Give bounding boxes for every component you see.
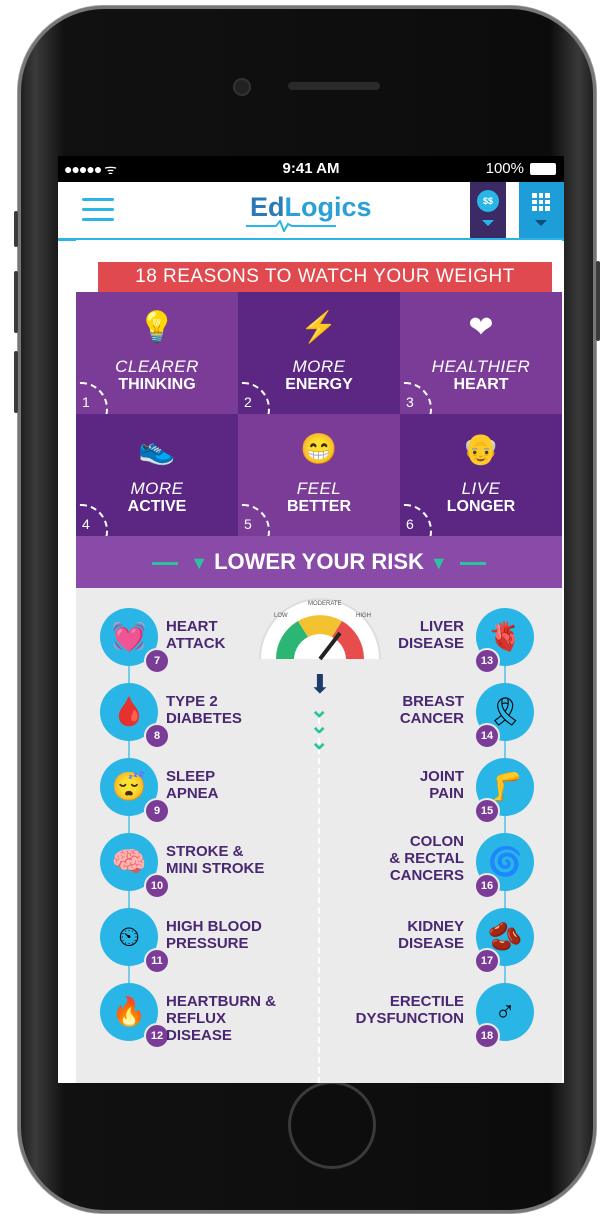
reason-number: 5 <box>244 516 252 532</box>
risk-label: BREAST CANCER <box>399 693 464 727</box>
risk-number-badge: 14 <box>474 723 500 749</box>
risk-label: KIDNEY DISEASE <box>398 918 464 952</box>
chevron-down-icon <box>482 220 494 226</box>
risk-number-badge: 16 <box>474 873 500 899</box>
power-button <box>596 261 600 341</box>
risk-label: TYPE 2 DIABETES <box>166 693 242 727</box>
volume-up-button <box>14 271 18 333</box>
menu-icon[interactable] <box>82 198 114 222</box>
sneaker-icon: 👟 <box>138 433 176 466</box>
reason-number: 3 <box>406 394 414 410</box>
reasons-grid: 💡 CLEARER THINKING 1 ⚡ MORE ENERGY 2 ❤ HEALTHIER H… <box>76 292 562 536</box>
heart-icon: ❤ <box>468 311 494 344</box>
risk-label: STROKE & MINI STROKE <box>166 843 265 877</box>
reason-line1: CLEARER <box>115 357 199 376</box>
risk-item: 🎗 14 BREAST CANCER <box>346 683 534 749</box>
risk-item: ⏲ 11 HIGH BLOOD PRESSURE <box>76 908 276 974</box>
chevrons-down-icon: ⌄ ⌄ ⌄ <box>310 697 329 754</box>
reason-line1: MORE <box>130 479 184 498</box>
risk-number-badge: 15 <box>474 798 500 824</box>
reason-tile: 😁 FEEL BETTER 5 <box>238 414 400 536</box>
reason-tile: ⚡ MORE ENERGY 2 <box>238 292 400 414</box>
status-bar: ●●●●● ᯤ 9:41 AM 100% <box>58 156 564 182</box>
risk-item: 🫀 13 LIVER DISEASE <box>346 608 534 674</box>
reason-tile: 👴 LIVE LONGER 6 <box>400 414 562 536</box>
battery-percent: 100% <box>485 160 524 177</box>
home-button[interactable] <box>288 1081 376 1169</box>
risk-label: JOINT PAIN <box>419 768 464 802</box>
battery-icon <box>530 163 556 175</box>
risk-label: HEARTBURN & REFLUX DISEASE <box>166 993 276 1044</box>
risk-item: 🔥 12 HEARTBURN & REFLUX DISEASE <box>76 983 276 1049</box>
risk-item: 🫘 17 KIDNEY DISEASE <box>346 908 534 974</box>
reason-line1: LIVE <box>461 479 501 498</box>
risk-item: 🩸 8 TYPE 2 DIABETES <box>76 683 276 749</box>
risk-label: HIGH BLOOD PRESSURE <box>166 918 262 952</box>
reason-number: 2 <box>244 394 252 410</box>
grid-icon <box>532 193 550 211</box>
reason-number: 4 <box>82 516 90 532</box>
risk-item: 🦵 15 JOINT PAIN <box>346 758 534 824</box>
risk-item: ♂ 18 ERECTILE DYSFUNCTION <box>346 983 534 1049</box>
reason-tile: 💡 CLEARER THINKING 1 <box>76 292 238 414</box>
risk-label: LIVER DISEASE <box>398 618 464 652</box>
risk-item: 🧠 10 STROKE & MINI STROKE <box>76 833 276 899</box>
lower-risk-header: ▼ LOWER YOUR RISK ▼ <box>76 536 562 588</box>
reason-number: 1 <box>82 394 90 410</box>
elderly-couple-icon: 👴 <box>462 433 500 466</box>
reason-tile: ❤ HEALTHIER HEART 3 <box>400 292 562 414</box>
volume-down-button <box>14 351 18 413</box>
lightbulb-icon: 💡 <box>138 311 176 344</box>
reason-line1: FEEL <box>296 479 342 498</box>
divider <box>318 718 320 1083</box>
risk-label: HEART ATTACK <box>166 618 226 652</box>
risk-item: 🌀 16 COLON & RECTAL CANCERS <box>346 833 534 899</box>
reason-tile: 👟 MORE ACTIVE 4 <box>76 414 238 536</box>
apps-grid-button[interactable] <box>519 182 564 238</box>
infographic: 18 REASONS TO WATCH YOUR WEIGHT 💡 CLEARER… <box>76 240 562 1083</box>
smiley-icon: 😁 <box>300 433 338 466</box>
mute-switch <box>14 211 18 247</box>
gauge-moderate-label: MODERATE <box>308 601 342 607</box>
reason-line1: MORE <box>292 357 346 376</box>
app-header: EdLogics $$ <box>58 182 564 241</box>
chevron-down-icon: ▼ <box>429 553 448 573</box>
risk-item: 💓 7 HEART ATTACK <box>76 608 276 674</box>
risk-number-badge: 18 <box>474 1023 500 1049</box>
reason-number: 6 <box>406 516 414 532</box>
screen: ●●●●● ᯤ 9:41 AM 100% EdLogics $$ 18 REAS… <box>58 156 564 1083</box>
heartbeat-line-icon <box>246 220 336 232</box>
edlogics-logo[interactable]: EdLogics <box>246 192 372 232</box>
infographic-title: 18 REASONS TO WATCH YOUR WEIGHT <box>98 262 552 298</box>
risk-label: ERECTILE DYSFUNCTION <box>355 993 464 1027</box>
coin-icon: $$ <box>477 190 499 212</box>
reason-line1: HEALTHIER <box>431 357 531 376</box>
risk-number-badge: 13 <box>474 648 500 674</box>
arrow-down-icon: ⬇ <box>309 669 331 699</box>
risk-label: COLON & RECTAL CANCERS <box>389 833 464 884</box>
gauge-low-label: LOW <box>274 613 288 619</box>
chevron-down-icon <box>535 220 547 226</box>
lightning-icon: ⚡ <box>300 311 338 344</box>
risk-number-badge: 17 <box>474 948 500 974</box>
front-camera <box>233 78 251 96</box>
risk-item: 😴 9 SLEEP APNEA <box>76 758 276 824</box>
rewards-button[interactable]: $$ <box>470 182 506 238</box>
chevron-down-icon: ▼ <box>190 553 209 573</box>
earpiece-speaker <box>288 82 380 90</box>
risk-label: SLEEP APNEA <box>166 768 219 802</box>
risk-list: LOW MODERATE HIGH ⬇ ⌄ ⌄ ⌄ 💓 7 HEART ATTACK 🩸 8 T… <box>76 588 562 1083</box>
